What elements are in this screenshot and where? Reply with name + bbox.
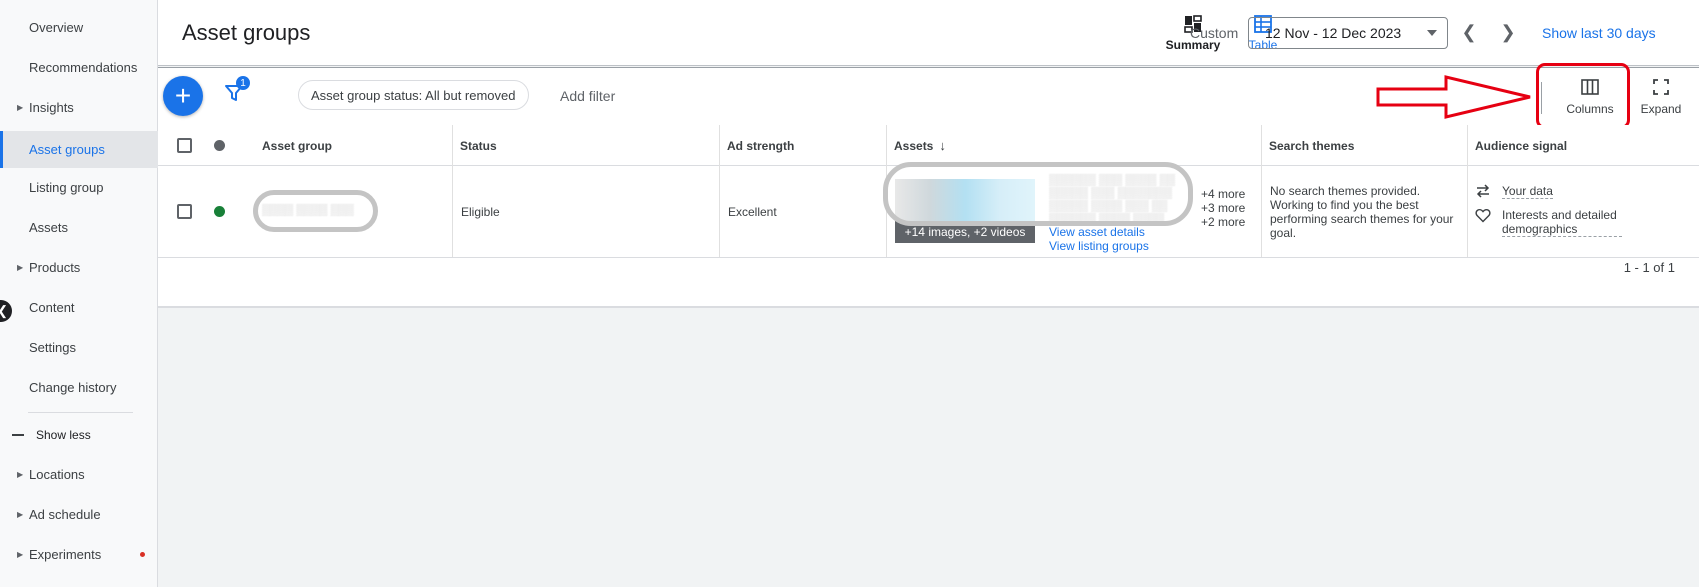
chevron-right-icon: ❯ (1500, 21, 1516, 42)
swap-icon (1474, 184, 1492, 198)
column-search-themes[interactable]: Search themes (1261, 125, 1354, 166)
more-other-assets[interactable]: +2 more (1201, 215, 1245, 229)
fullscreen-icon (1631, 76, 1691, 98)
sidebar-item-label: Products (29, 259, 81, 275)
sidebar-divider (28, 412, 133, 413)
more-headlines[interactable]: +4 more (1201, 187, 1245, 201)
show-last-30-days-link[interactable]: Show last 30 days (1542, 25, 1656, 41)
notification-dot (140, 551, 145, 557)
caret-right-icon: ▶ (17, 102, 24, 112)
sidebar-item-content[interactable]: Content (0, 291, 158, 323)
sidebar-item-label: Insights (29, 99, 74, 115)
filter-count-badge: 1 (236, 76, 250, 90)
expand-button[interactable]: Expand (1631, 76, 1691, 116)
show-less-label: Show less (36, 428, 91, 442)
select-all-checkbox[interactable] (177, 138, 192, 153)
column-assets-label: Assets (894, 138, 934, 153)
column-assets[interactable]: Assets ↓ (886, 125, 946, 166)
sidebar-item-label: Listing group (29, 179, 104, 195)
status-header-dot (214, 140, 225, 151)
date-range-select[interactable]: 12 Nov - 12 Dec 2023 (1248, 17, 1448, 49)
sidebar-item-products[interactable]: ▶ Products (0, 251, 158, 283)
sidebar-item-settings[interactable]: Settings (0, 331, 158, 363)
row-checkbox[interactable] (177, 204, 192, 219)
sidebar-item-label: Overview (29, 19, 84, 35)
asset-group-name-redacted[interactable]: ▒▒▒▒ ▒▒▒▒ ▒▒▒ (262, 204, 362, 216)
column-ad-strength[interactable]: Ad strength (719, 125, 794, 166)
sidebar-item-change-history[interactable]: Change history (0, 371, 158, 403)
column-status[interactable]: Status (452, 125, 497, 166)
chevron-down-icon (1427, 30, 1437, 36)
chevron-left-icon: ❮ (1461, 21, 1477, 42)
caret-right-icon: ▶ (17, 509, 24, 519)
next-period-button[interactable]: ❯ (1498, 20, 1518, 44)
table-toolbar: + 1 Asset group status: All but removed … (158, 63, 1699, 129)
add-filter-button[interactable]: Add filter (560, 88, 615, 104)
asset-groups-table: Asset group Status Ad strength Assets ↓ S… (158, 125, 1699, 308)
sidebar-item-label: Content (29, 299, 75, 315)
column-asset-group[interactable]: Asset group (254, 125, 332, 166)
view-listing-groups-link[interactable]: View listing groups (1049, 239, 1149, 253)
redaction-oval (883, 162, 1193, 226)
pagination-label: 1 - 1 of 1 (1623, 260, 1675, 275)
ad-strength-value: Excellent (728, 205, 777, 219)
audience-interests[interactable]: Interests and detailed demographics (1474, 208, 1622, 237)
sidebar-item-experiments[interactable]: ▶ Experiments (0, 538, 158, 570)
audience-label: Interests and detailed demographics (1502, 208, 1622, 237)
sidebar-item-label: Asset groups (29, 142, 105, 157)
sidebar-item-label: Recommendations (29, 59, 138, 75)
heart-icon (1474, 208, 1492, 223)
sidebar-item-label: Change history (29, 379, 117, 395)
sidebar-item-overview[interactable]: Overview (0, 11, 158, 43)
table-row[interactable]: ▒▒▒▒ ▒▒▒▒ ▒▒▒ Eligible Excellent +14 ima… (158, 162, 1699, 258)
sort-arrow-down-icon: ↓ (939, 138, 946, 153)
sidebar-item-asset-groups[interactable]: Asset groups (0, 131, 158, 168)
view-asset-details-link[interactable]: View asset details (1049, 225, 1145, 239)
expand-label: Expand (1640, 102, 1682, 116)
columns-button[interactable]: Columns (1555, 76, 1625, 116)
sidebar-item-assets[interactable]: Assets (0, 211, 158, 243)
columns-label: Columns (1566, 102, 1614, 116)
page-header: Asset groups Summary Table Custom 12 Nov… (158, 0, 1699, 66)
sidebar-item-ad-schedule[interactable]: ▶ Ad schedule (0, 498, 158, 530)
sidebar-item-label: Settings (29, 339, 76, 355)
date-range-value: 12 Nov - 12 Dec 2023 (1265, 25, 1402, 41)
status-filter-chip[interactable]: Asset group status: All but removed (298, 80, 529, 110)
sidebar-item-locations[interactable]: ▶ Locations (0, 458, 158, 490)
previous-period-button[interactable]: ❮ (1459, 20, 1479, 44)
caret-right-icon: ▶ (17, 549, 24, 559)
sidebar: Overview Recommendations ▶ Insights Asset… (0, 0, 158, 587)
caret-right-icon: ▶ (17, 469, 24, 479)
add-button[interactable]: + (163, 76, 203, 116)
column-audience-signal[interactable]: Audience signal (1467, 125, 1567, 166)
minus-icon (12, 434, 24, 436)
sidebar-item-label: Ad schedule (29, 506, 101, 522)
sidebar-item-listing-group[interactable]: Listing group (0, 171, 158, 203)
audience-label: Your data (1502, 184, 1553, 199)
search-themes-value: No search themes provided. Working to fi… (1270, 184, 1454, 240)
sidebar-item-label: Assets (29, 219, 69, 235)
show-less-button[interactable]: Show less (12, 428, 91, 442)
sidebar-item-recommendations[interactable]: Recommendations (0, 51, 158, 83)
audience-your-data[interactable]: Your data (1474, 184, 1553, 199)
date-range-type: Custom (1190, 25, 1239, 41)
page-title: Asset groups (182, 20, 311, 45)
annotation-arrow (1376, 75, 1531, 119)
more-descriptions[interactable]: +3 more (1201, 201, 1245, 215)
sidebar-item-insights[interactable]: ▶ Insights (0, 91, 158, 123)
status-enabled-dot[interactable] (214, 206, 225, 217)
toolbar-divider (1541, 82, 1542, 114)
status-value: Eligible (461, 205, 500, 219)
caret-right-icon: ▶ (17, 262, 24, 272)
columns-icon (1555, 76, 1625, 98)
plus-icon: + (174, 80, 192, 111)
sidebar-item-label: Experiments (29, 546, 102, 562)
sidebar-item-label: Locations (29, 466, 85, 482)
